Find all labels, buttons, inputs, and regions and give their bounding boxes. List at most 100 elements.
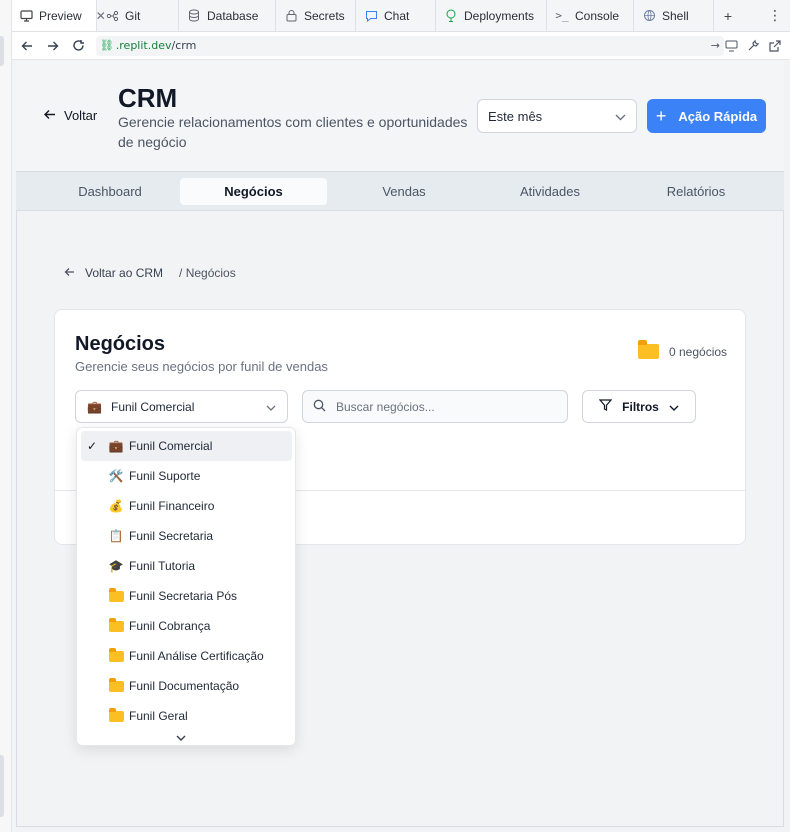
tab-dashboard[interactable]: Dashboard (36, 178, 184, 205)
url-host: .replit.dev (115, 39, 172, 52)
option-label: Funil Financeiro (129, 499, 215, 513)
deals-count-label: 0 negócios (669, 344, 728, 359)
plus-icon: + (655, 106, 667, 126)
tab-console[interactable]: >_ Console (547, 0, 634, 31)
search-icon (313, 399, 326, 415)
option-label: Funil Suporte (129, 469, 201, 483)
briefcase-icon: 💼 (108, 439, 124, 453)
check-icon: ✓ (86, 439, 98, 453)
funnel-option[interactable]: Funil Documentação (81, 671, 292, 701)
tab-label: Database (207, 8, 259, 23)
filter-icon (598, 399, 613, 414)
funnel-option[interactable]: Funil Secretaria Pós (81, 581, 292, 611)
git-icon (105, 9, 119, 23)
back-label: Voltar (64, 108, 98, 123)
option-label: Funil Análise Certificação (129, 649, 264, 663)
reload-icon[interactable] (68, 35, 90, 57)
external-link-icon[interactable] (768, 39, 782, 53)
folder-icon (108, 617, 124, 632)
tab-git[interactable]: Git (97, 0, 179, 31)
tab-secrets[interactable]: Secrets (276, 0, 356, 31)
quick-action-label: Ação Rápida (678, 108, 758, 124)
tab-label: Secrets (304, 8, 345, 23)
funnel-select-value: Funil Comercial (111, 399, 195, 414)
tab-preview[interactable]: Preview ✕ (12, 0, 106, 31)
arrow-left-icon (64, 266, 75, 280)
funnel-select[interactable]: 💼 Funil Comercial (75, 390, 288, 423)
terminal-icon: >_ (555, 9, 569, 22)
option-label: Funil Comercial (129, 439, 213, 453)
funnel-option[interactable]: 🎓 Funil Tutoria (81, 551, 292, 581)
search-box[interactable]: Buscar negócios... (302, 390, 568, 423)
tab-chat[interactable]: Chat (356, 0, 436, 31)
breadcrumb: Voltar ao CRM / Negócios (64, 266, 236, 280)
tab-label: Git (125, 8, 141, 23)
option-label: Funil Geral (129, 709, 188, 723)
funnel-option[interactable]: 📋 Funil Secretaria (81, 521, 292, 551)
card-title: Negócios (75, 333, 166, 355)
tab-label: Dashboard (78, 184, 142, 199)
filters-button[interactable]: Filtros (582, 390, 696, 423)
back-arrow-icon[interactable] (16, 35, 38, 57)
funnel-option[interactable]: Funil Análise Certificação (81, 641, 292, 671)
tab-shell[interactable]: Shell (634, 0, 714, 31)
filters-label: Filtros (622, 399, 659, 414)
chat-icon (364, 9, 378, 23)
briefcase-icon: 💼 (87, 399, 102, 414)
panel-handle[interactable] (0, 36, 4, 66)
option-label: Funil Cobrança (129, 619, 211, 633)
card-subtitle: Gerencie seus negócios por funil de vend… (75, 359, 328, 374)
period-select[interactable]: Este mês (477, 99, 637, 133)
go-arrow-icon[interactable]: → (711, 39, 720, 52)
tab-atividades[interactable]: Atividades (476, 178, 624, 205)
funnel-option[interactable]: 🛠️ Funil Suporte (81, 461, 292, 491)
link-icon: ⛓ (99, 39, 114, 52)
scroll-down-chevron-icon[interactable] (176, 728, 186, 746)
tab-label: Atividades (520, 184, 580, 199)
quick-action-button[interactable]: + Ação Rápida (647, 99, 766, 133)
tab-vendas[interactable]: Vendas (330, 178, 478, 205)
back-button[interactable]: Voltar (44, 108, 97, 123)
funnel-dropdown-menu: ✓ 💼 Funil Comercial 🛠️ Funil Suporte 💰 F… (76, 427, 296, 746)
url-field[interactable]: ⛓ .replit.dev /crm → (95, 35, 724, 56)
tab-label: Negócios (224, 184, 283, 199)
funnel-option[interactable]: Funil Geral (81, 701, 292, 731)
clipboard-icon: 📋 (108, 529, 124, 543)
panel-handle-bottom[interactable] (0, 755, 4, 817)
tab-label: Chat (384, 8, 410, 23)
add-tab-button[interactable]: + (714, 0, 742, 31)
option-label: Funil Documentação (129, 679, 240, 693)
shell-icon (642, 9, 656, 23)
folder-icon (108, 677, 124, 692)
search-placeholder: Buscar negócios... (336, 399, 435, 414)
back-to-crm-link[interactable]: Voltar ao CRM (64, 266, 163, 280)
page-subtitle: Gerencie relacionamentos com clientes e … (118, 114, 468, 150)
workspace-tab-bar: Preview ✕ Git Database Secrets Chat Depl… (12, 0, 790, 32)
devices-icon[interactable] (724, 39, 738, 53)
graduation-cap-icon: 🎓 (108, 559, 124, 573)
funnel-option[interactable]: 💰 Funil Financeiro (81, 491, 292, 521)
crm-nav-tabs: Dashboard Negócios Vendas Atividades Rel… (16, 171, 784, 211)
funnel-option[interactable]: Funil Cobrança (81, 611, 292, 641)
page-title: CRM (118, 83, 178, 113)
wrench-icon[interactable] (746, 39, 760, 53)
database-icon (187, 9, 201, 23)
arrow-left-icon (44, 108, 56, 123)
more-icon[interactable]: ⋮ (760, 0, 790, 31)
folder-icon (108, 707, 124, 722)
option-label: Funil Secretaria Pós (129, 589, 238, 603)
money-bag-icon: 💰 (108, 499, 124, 513)
tab-database[interactable]: Database (179, 0, 276, 31)
tab-label: Vendas (382, 184, 426, 199)
forward-arrow-icon[interactable] (42, 35, 64, 57)
url-path: /crm (171, 39, 197, 52)
tab-relatorios[interactable]: Relatórios (622, 178, 770, 205)
tab-negocios[interactable]: Negócios (180, 178, 327, 205)
tab-label: Shell (662, 8, 689, 23)
chevron-down-icon (266, 400, 276, 414)
period-value: Este mês (488, 108, 543, 124)
lock-icon (284, 9, 298, 23)
folder-icon (108, 587, 124, 602)
funnel-option[interactable]: ✓ 💼 Funil Comercial (81, 431, 292, 461)
tab-deployments[interactable]: Deployments (436, 0, 547, 31)
